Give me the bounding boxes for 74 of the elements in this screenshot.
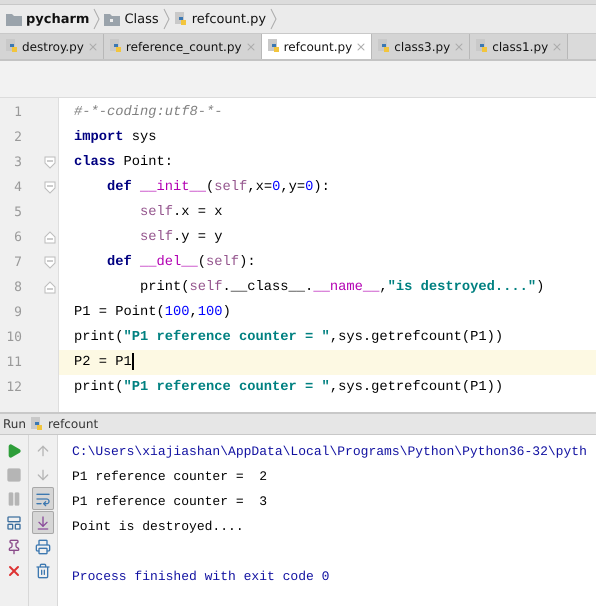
editor-tab[interactable]: class1.py bbox=[470, 34, 568, 59]
line-number: 2 bbox=[13, 130, 22, 145]
python-file-icon bbox=[108, 39, 123, 54]
editor-tab[interactable]: refcount.py bbox=[262, 34, 372, 59]
close-icon[interactable] bbox=[86, 40, 99, 52]
code-line: self.y = y bbox=[139, 229, 223, 247]
trash-icon bbox=[35, 562, 51, 578]
chevron-icon bbox=[93, 8, 100, 30]
close-icon[interactable] bbox=[551, 40, 564, 52]
editor-tab[interactable]: class3.py bbox=[372, 34, 470, 59]
console-line: Process finished with exit code 0 bbox=[72, 568, 330, 586]
scroll-to-end-icon bbox=[35, 514, 51, 530]
line-number: 4 bbox=[13, 180, 22, 195]
chevron-icon bbox=[162, 8, 170, 30]
toolbar-button[interactable] bbox=[32, 511, 54, 534]
line-number: 7 bbox=[13, 255, 22, 270]
close-icon[interactable] bbox=[244, 40, 257, 52]
code-line: P1 = Point(100,100) bbox=[73, 304, 231, 322]
code-line: class Point: bbox=[73, 154, 174, 172]
line-number: 12 bbox=[5, 380, 22, 395]
code-line: self.x = x bbox=[139, 204, 223, 222]
console-line: P1 reference counter = 3 bbox=[72, 493, 268, 511]
line-number: 3 bbox=[13, 155, 22, 170]
console-line: P1 reference counter = 2 bbox=[72, 468, 268, 486]
line-number: 5 bbox=[13, 205, 22, 220]
code-line: def __del__(self): bbox=[106, 254, 256, 272]
console-line: Point is destroyed.... bbox=[72, 518, 244, 536]
toolbar-button[interactable] bbox=[32, 487, 54, 510]
arrow-up-icon bbox=[35, 442, 51, 458]
panel-title: Run bbox=[3, 417, 26, 431]
code-line: print("P1 reference counter = ",sys.getrefcount(P1)) bbox=[73, 378, 504, 397]
python-file-icon bbox=[174, 12, 188, 26]
folder-icon bbox=[6, 12, 22, 26]
run-icon bbox=[6, 442, 22, 458]
line-number: 1 bbox=[13, 105, 22, 120]
layout-icon bbox=[6, 514, 22, 530]
line-number: 6 bbox=[13, 230, 22, 245]
run-config-name: refcount bbox=[48, 417, 98, 431]
console-line: C:\Users\xiajiashan\AppData\Local\Programs\Python\Python36-32\pyth bbox=[72, 443, 587, 461]
code-line: def __init__(self,x=0,y=0): bbox=[106, 178, 330, 197]
code-line: P2 = P1 bbox=[59, 350, 134, 375]
breadcrumb-item[interactable]: pycharm bbox=[26, 12, 90, 26]
breadcrumb-item[interactable]: refcount.py bbox=[192, 12, 266, 26]
code-line: print("P1 reference counter = ",sys.getrefcount(P1)) bbox=[73, 328, 504, 347]
line-number: 10 bbox=[5, 330, 22, 345]
breadcrumb-item[interactable]: Class bbox=[124, 12, 159, 26]
code-line: print(self.__class__.__name__,"is destroyed....") bbox=[139, 279, 544, 297]
line-number: 8 bbox=[13, 280, 22, 295]
editor-tab[interactable]: destroy.py bbox=[0, 34, 104, 59]
close-icon[interactable] bbox=[355, 40, 368, 52]
python-file-icon bbox=[266, 39, 281, 54]
pin-icon bbox=[6, 538, 22, 554]
folder-icon bbox=[104, 12, 120, 26]
python-file-icon bbox=[30, 416, 44, 432]
fold-marker-icon bbox=[44, 231, 56, 244]
wrap-icon bbox=[35, 490, 51, 506]
code-line: import sys bbox=[73, 129, 157, 147]
python-file-icon bbox=[5, 39, 19, 54]
fold-marker-icon bbox=[44, 181, 56, 194]
line-number: 9 bbox=[13, 305, 22, 320]
pause-icon bbox=[6, 490, 22, 506]
stop-icon bbox=[6, 466, 22, 482]
close-icon[interactable] bbox=[453, 40, 466, 52]
fold-marker-icon bbox=[44, 281, 56, 294]
print-icon bbox=[35, 538, 51, 554]
arrow-down-icon bbox=[35, 466, 51, 482]
chevron-icon bbox=[270, 8, 278, 30]
fold-marker-icon bbox=[44, 156, 56, 169]
fold-marker-icon bbox=[44, 256, 56, 269]
editor-tab[interactable]: reference_count.py bbox=[104, 34, 262, 59]
line-number: 11 bbox=[5, 355, 22, 370]
python-file-icon bbox=[377, 39, 392, 54]
code-line: #-*-coding:utf8-*- bbox=[73, 104, 223, 122]
python-file-icon bbox=[475, 39, 490, 54]
